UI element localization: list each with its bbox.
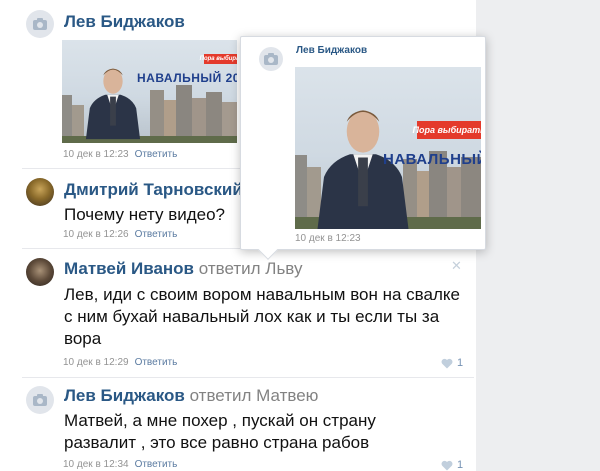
- replied-to-link[interactable]: Льву: [265, 259, 302, 278]
- comment-date[interactable]: 10 дек в 12:34: [63, 459, 129, 470]
- camera-icon[interactable]: [26, 10, 54, 38]
- comment-date[interactable]: 10 дек в 12:26: [63, 229, 129, 240]
- camera-icon[interactable]: [26, 386, 54, 414]
- camera-icon: [259, 47, 283, 71]
- avatar[interactable]: [26, 258, 54, 286]
- comment-date[interactable]: 10 дек в 12:29: [63, 357, 129, 368]
- comment-text: Лев, иди с своим вором навальным вон на …: [64, 285, 460, 348]
- banner-brand: НАВАЛЬНЫЙ 20!8: [383, 151, 481, 168]
- reply-button[interactable]: Ответить: [135, 357, 178, 368]
- comment-text: Матвей, а мне похер , пускай он страну р…: [64, 411, 376, 452]
- reply-button[interactable]: Ответить: [135, 459, 178, 470]
- comment-author-line: Матвей Иванов ответил Льву: [64, 259, 302, 279]
- divider: [22, 377, 474, 378]
- comment-meta: 10 дек в 12:34 Ответить: [63, 459, 177, 470]
- comment-author[interactable]: Дмитрий Тарновский: [64, 180, 243, 200]
- replied-prefix: ответил: [198, 259, 261, 278]
- like-button[interactable]: 1: [441, 459, 463, 471]
- comment-date[interactable]: 10 дек в 12:23: [63, 149, 129, 160]
- banner-brand: НАВАЛЬНЫЙ 20!8: [137, 71, 237, 85]
- heart-icon: [441, 358, 453, 368]
- reply-button[interactable]: Ответить: [135, 229, 178, 240]
- banner-tagline: Пора выбирать: [200, 54, 237, 64]
- candidate-photo: [85, 68, 141, 140]
- popup-author[interactable]: Лев Биджаков: [296, 45, 367, 56]
- comment-meta: 10 дек в 12:29 Ответить: [63, 357, 177, 368]
- comment-author[interactable]: Матвей Иванов: [64, 259, 194, 278]
- avatar[interactable]: [26, 178, 54, 206]
- popup-date[interactable]: 10 дек в 12:23: [295, 233, 361, 244]
- replied-prefix: ответил: [189, 386, 252, 405]
- image-preview-popup: Лев Биджаков Пора выбирать НАВАЛЬНЫЙ 20!…: [240, 36, 486, 260]
- like-count: 1: [457, 459, 464, 471]
- close-icon[interactable]: ✕: [451, 258, 462, 274]
- like-count: 1: [457, 357, 464, 369]
- comment-meta: 10 дек в 12:26 Ответить: [63, 229, 177, 240]
- background-strip: [474, 0, 600, 471]
- reply-button[interactable]: Ответить: [135, 149, 178, 160]
- comment-author-line: Лев Биджаков ответил Матвею: [64, 386, 318, 406]
- post-banner-image[interactable]: Пора выбирать НАВАЛЬНЫЙ 20!8: [62, 40, 237, 143]
- comment-author[interactable]: Лев Биджаков: [64, 386, 185, 405]
- like-button[interactable]: 1: [441, 357, 463, 369]
- banner-tagline: Пора выбирать: [413, 121, 481, 139]
- comment-author[interactable]: Лев Биджаков: [64, 12, 185, 32]
- comment-text: Почему нету видео?: [64, 205, 226, 224]
- heart-icon: [441, 460, 453, 470]
- replied-to-link[interactable]: Матвею: [256, 386, 318, 405]
- comment-meta: 10 дек в 12:23 Ответить: [63, 149, 177, 160]
- popup-banner-image[interactable]: Пора выбирать НАВАЛЬНЫЙ 20!8: [295, 67, 481, 229]
